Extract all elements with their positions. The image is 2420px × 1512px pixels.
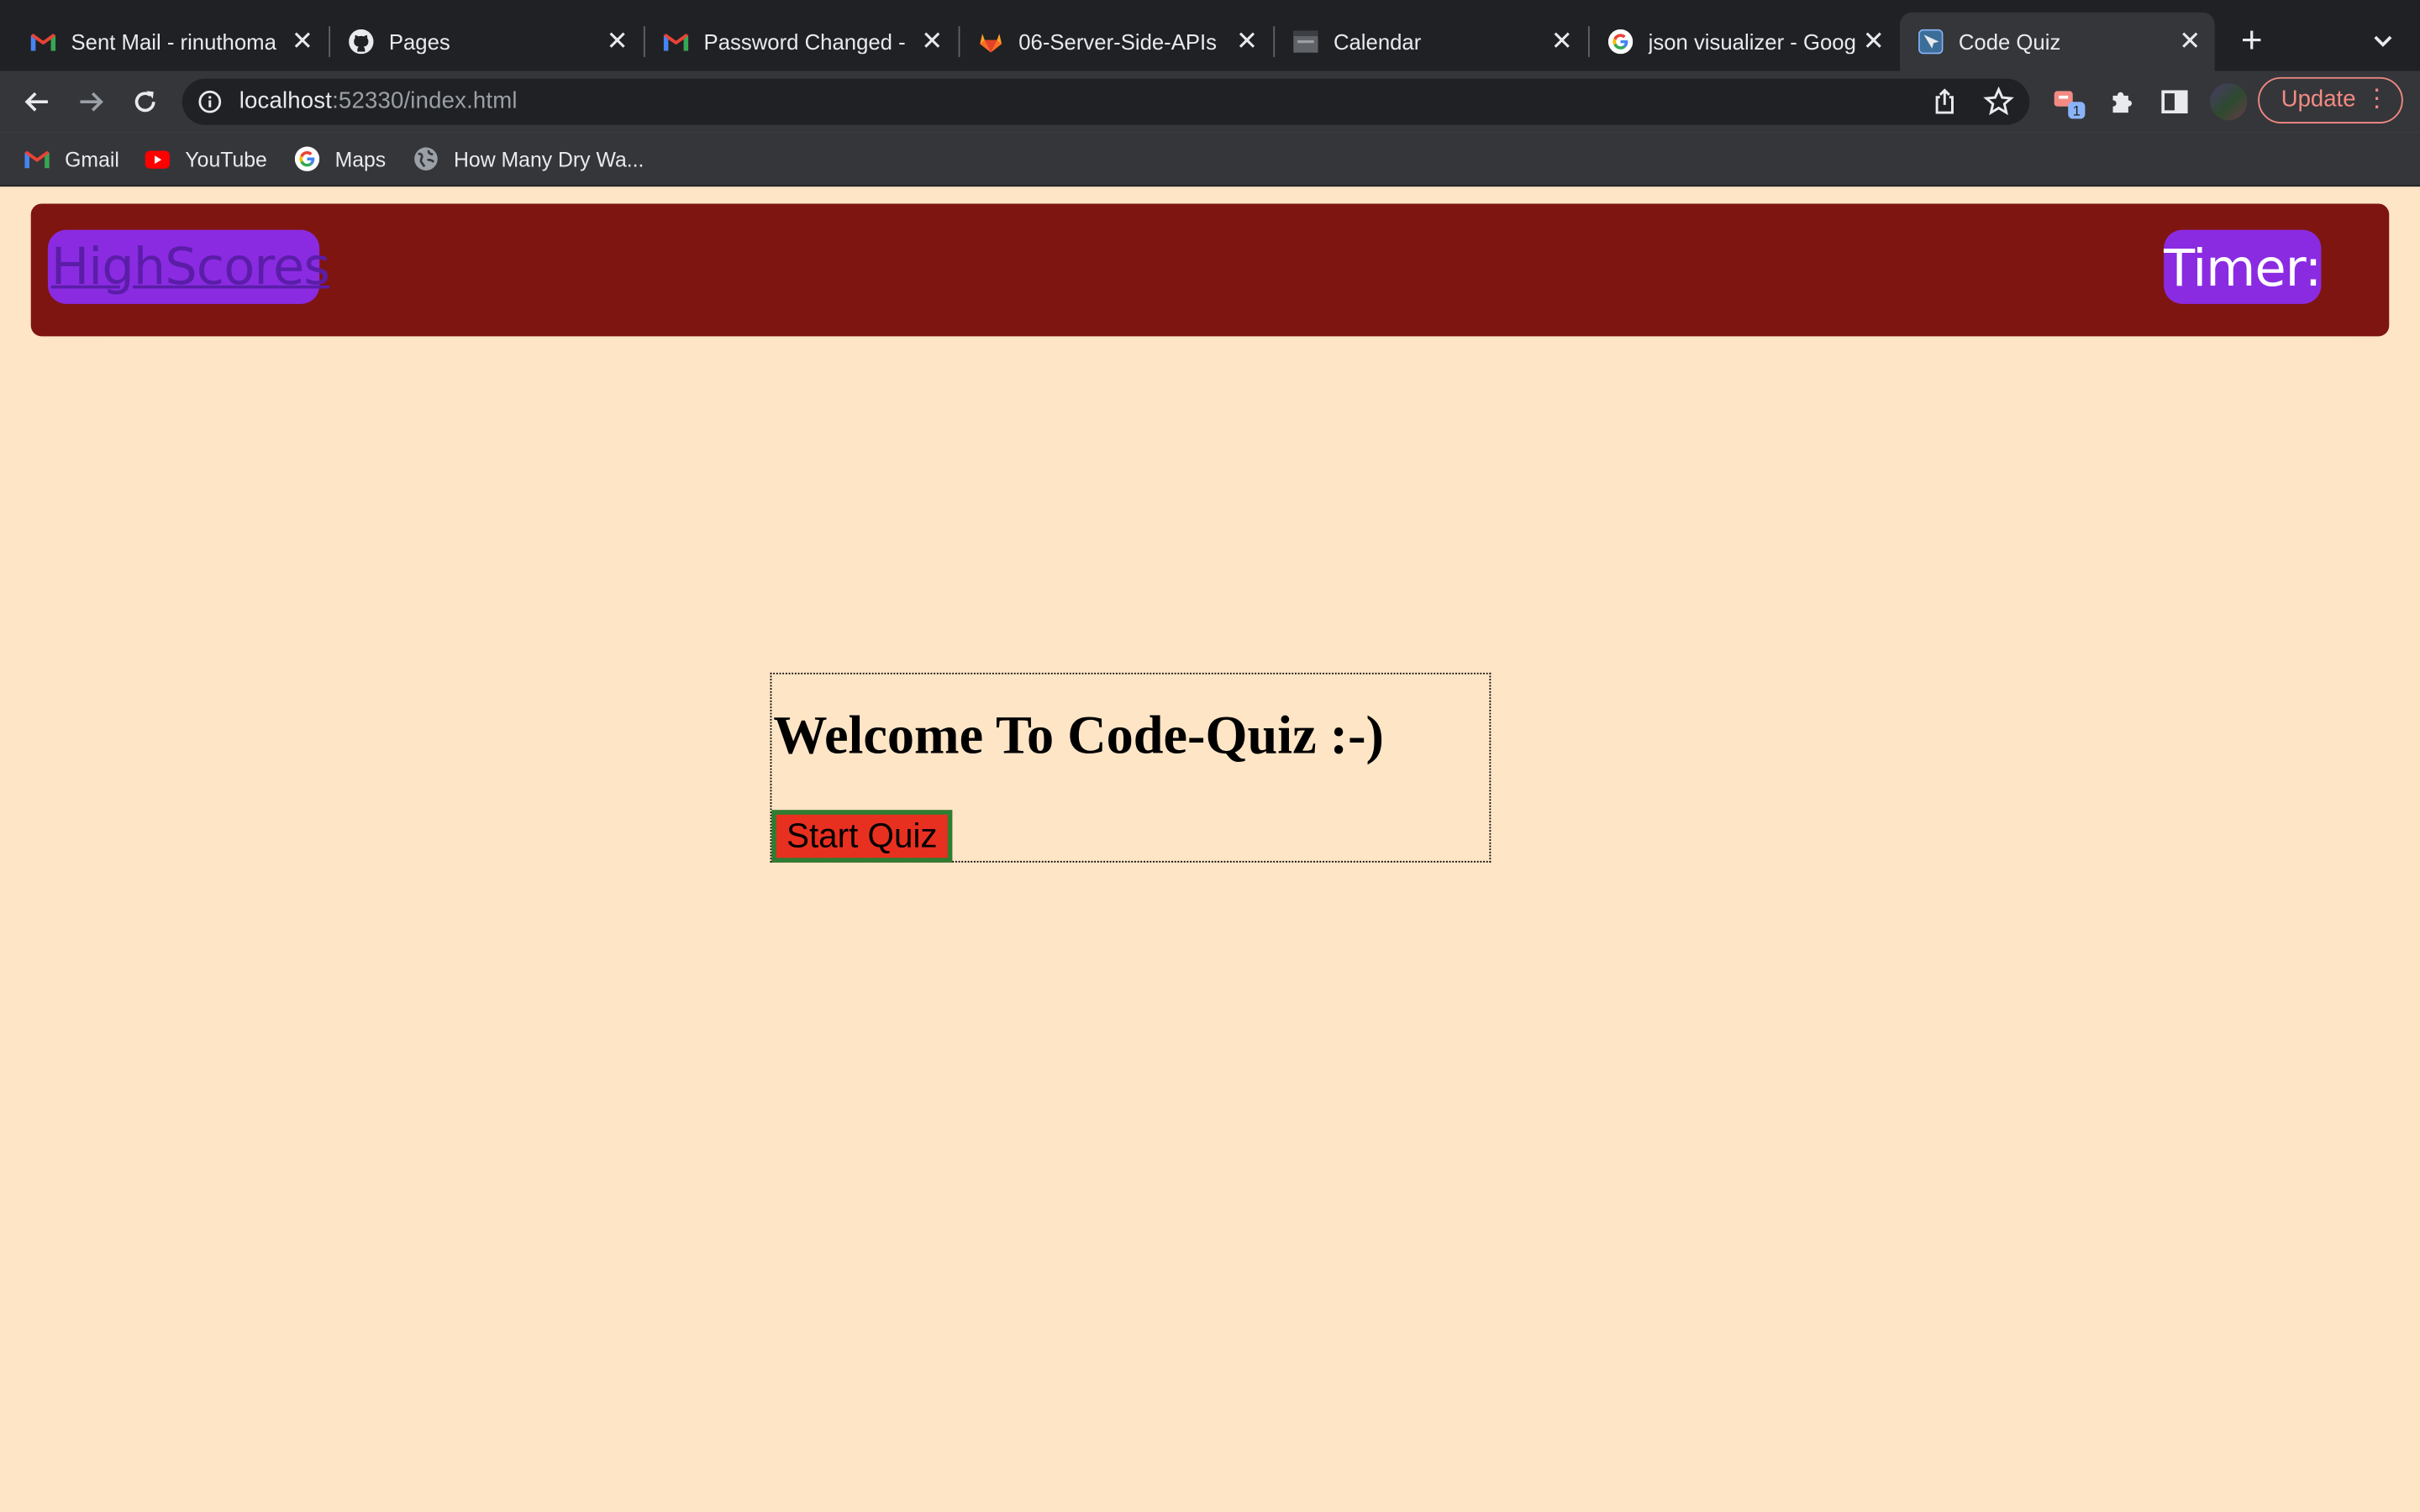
browser-toolbar: localhost:52330/index.html 1 Update ⋮ (0, 71, 2420, 133)
close-icon[interactable]: ✕ (1232, 26, 1263, 57)
page-icon (1918, 29, 1944, 55)
bookmark-label: Maps (334, 147, 387, 171)
page-content: HighScores Timer: Welcome To Code-Quiz :… (0, 186, 2420, 1512)
close-icon[interactable]: ✕ (2175, 26, 2206, 57)
highscores-link[interactable]: HighScores (51, 236, 330, 297)
timer-label: Timer: (2164, 237, 2322, 298)
welcome-heading: Welcome To Code-Quiz :-) (773, 705, 1384, 766)
url-host: localhost (239, 87, 333, 114)
gmail-icon (24, 146, 50, 171)
tab-server-side-apis[interactable]: 06-Server-Side-APIs ✕ (960, 13, 1271, 71)
tab-title: Pages (388, 29, 450, 55)
bookmark-dry-wall[interactable]: How Many Dry Wa... (413, 145, 644, 173)
tab-sent-mail[interactable]: Sent Mail - rinuthoma ✕ (13, 13, 328, 71)
tab-code-quiz[interactable]: Code Quiz ✕ (1900, 12, 2215, 71)
youtube-icon (145, 146, 171, 171)
forward-icon[interactable] (72, 83, 109, 120)
new-tab-icon[interactable]: + (2232, 21, 2272, 62)
puzzle-icon[interactable] (2107, 87, 2138, 118)
bookmark-star-icon[interactable] (1983, 86, 2014, 118)
tab-pages[interactable]: Pages ✕ (330, 13, 642, 71)
highscores-button[interactable]: HighScores (47, 229, 330, 304)
reload-icon[interactable] (127, 83, 164, 120)
close-icon[interactable]: ✕ (287, 26, 318, 57)
extension-icon[interactable]: 1 (2053, 87, 2086, 119)
info-icon[interactable] (197, 90, 222, 114)
more-menu-icon[interactable]: ⋮ (2365, 79, 2389, 122)
google-icon (294, 146, 320, 171)
tab-calendar[interactable]: Calendar ✕ (1275, 13, 1586, 71)
update-button[interactable]: Update ⋮ (2258, 76, 2403, 123)
bookmark-label: How Many Dry Wa... (454, 147, 644, 171)
tab-title: json visualizer - Goog (1648, 29, 1856, 55)
bookmark-label: Gmail (65, 147, 119, 171)
share-icon[interactable] (1931, 88, 1959, 116)
tab-title: 06-Server-Side-APIs (1018, 29, 1218, 55)
tab-title: Password Changed - (703, 29, 906, 55)
side-panel-icon[interactable] (2160, 87, 2191, 118)
extension-badge: 1 (2073, 103, 2081, 119)
gitlab-icon (978, 29, 1002, 54)
tab-strip: Sent Mail - rinuthoma ✕ Pages ✕ Password… (0, 0, 2420, 71)
start-quiz-button[interactable]: Start Quiz (771, 810, 953, 863)
address-bar[interactable]: localhost:52330/index.html (182, 78, 2030, 125)
url-path: :52330/index.html (332, 87, 518, 114)
bookmark-label: YouTube (185, 147, 267, 171)
close-icon[interactable]: ✕ (602, 26, 633, 57)
back-icon[interactable] (18, 83, 55, 120)
tab-password-changed[interactable]: Password Changed - ✕ (645, 13, 957, 71)
close-icon[interactable]: ✕ (1546, 26, 1577, 57)
tab-title: Calendar (1333, 29, 1422, 55)
google-icon (1607, 29, 1634, 55)
bookmark-gmail[interactable]: Gmail (24, 145, 119, 173)
timer-display: Timer: (2164, 229, 2322, 304)
close-icon[interactable]: ✕ (1858, 26, 1889, 57)
gmail-icon (663, 29, 689, 54)
update-label: Update (2281, 86, 2356, 113)
quiz-header: HighScores Timer: (30, 203, 2390, 337)
close-icon[interactable]: ✕ (917, 26, 948, 57)
quiz-container: Welcome To Code-Quiz :-) Start Quiz (770, 672, 1491, 863)
profile-avatar[interactable] (2210, 83, 2248, 121)
tab-title: Sent Mail - rinuthoma (71, 29, 276, 55)
github-icon (349, 29, 374, 55)
calendar-icon (1293, 29, 1318, 54)
gmail-icon (30, 29, 56, 54)
globe-icon (413, 146, 438, 171)
url-text: localhost:52330/index.html (239, 88, 518, 114)
bookmark-youtube[interactable]: YouTube (145, 145, 267, 173)
tab-json-visualizer[interactable]: json visualizer - Goog ✕ (1590, 13, 1898, 71)
tab-title: Code Quiz (1958, 29, 2061, 55)
bookmarks-bar: Gmail YouTube Maps How Many Dry Wa... (0, 132, 2420, 187)
bookmark-maps[interactable]: Maps (294, 145, 387, 173)
chevron-down-icon[interactable] (2365, 24, 2402, 58)
